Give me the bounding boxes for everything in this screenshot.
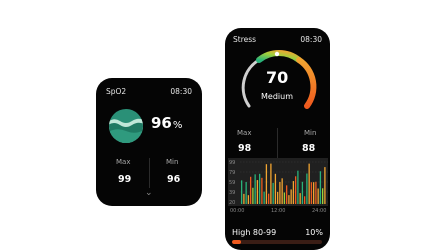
stress-bar — [268, 193, 270, 204]
stress-level: Medium — [261, 92, 293, 101]
stress-bar — [292, 181, 295, 204]
x-tick-label: 24:00 — [312, 208, 326, 214]
stress-bar — [286, 185, 288, 204]
y-tick-label: 20 — [229, 200, 235, 206]
y-tick-label: 39 — [229, 190, 235, 196]
stress-bar — [245, 182, 247, 204]
y-tick-label: 79 — [229, 170, 235, 176]
stress-bar — [250, 176, 252, 204]
x-tick-label: 00:00 — [230, 208, 244, 214]
y-tick-label: 99 — [229, 160, 235, 166]
stress-bar — [301, 181, 304, 204]
stress-bar-chart: 99 79 59 39 20 00:00 12:00 24:00 — [228, 158, 328, 214]
chevron-down-icon[interactable]: ⌄ — [145, 188, 153, 198]
spo2-min-label: Min — [166, 158, 179, 166]
stress-bar — [299, 193, 301, 204]
stress-bar — [270, 163, 272, 204]
stress-bar — [263, 191, 265, 204]
spo2-title: SpO2 — [106, 87, 127, 96]
stress-bar — [277, 191, 279, 204]
spo2-time: 08:30 — [170, 87, 192, 96]
stress-bar — [310, 182, 313, 204]
spo2-unit: % — [172, 120, 183, 131]
stress-bar — [281, 178, 283, 204]
stress-bar — [322, 188, 324, 204]
stress-bar — [256, 180, 259, 204]
stress-bar — [274, 173, 277, 204]
spo2-value: 96% — [151, 114, 183, 132]
stress-bar — [254, 174, 256, 204]
stress-bar — [247, 195, 250, 204]
stress-bar — [261, 177, 263, 204]
stress-range-label: High 80-99 — [232, 228, 277, 237]
stress-bar — [241, 180, 243, 204]
stress-bar — [306, 173, 308, 204]
stress-bar — [272, 182, 274, 204]
stress-bar — [315, 181, 317, 204]
stress-bar — [319, 171, 322, 204]
spo2-divider — [149, 158, 150, 188]
stress-max-label: Max — [237, 129, 252, 137]
spo2-max-label: Max — [116, 158, 131, 166]
stress-bar — [313, 182, 315, 204]
stress-bar — [297, 170, 299, 204]
stress-range-percent: 10% — [305, 228, 323, 237]
stress-bar — [283, 192, 286, 204]
stress-range-progress-fill — [232, 240, 241, 244]
stress-bar — [308, 163, 310, 204]
stress-bar — [279, 181, 281, 204]
stress-bar — [252, 187, 254, 204]
y-tick-label: 59 — [229, 180, 235, 186]
stress-bar — [304, 196, 306, 204]
stress-bar — [324, 167, 326, 204]
stress-bar — [288, 195, 290, 204]
stress-bar — [265, 164, 268, 204]
stress-bar — [317, 188, 319, 204]
stress-value: 70 — [266, 68, 289, 87]
stress-bar — [259, 173, 261, 204]
x-tick-label: 12:00 — [271, 208, 285, 214]
spo2-max-value: 99 — [118, 174, 132, 185]
stress-time: 08:30 — [300, 35, 322, 44]
stress-watch-card[interactable]: Stress 08:30 70 Medium Max 98 Min 88 99 … — [225, 28, 330, 250]
stress-divider — [277, 128, 278, 158]
stress-bar — [290, 189, 292, 204]
stress-max-value: 98 — [238, 143, 252, 154]
spo2-watch-card[interactable]: SpO2 08:30 96% Max 99 Min 96 ⌄ — [96, 78, 202, 206]
spo2-min-value: 96 — [167, 174, 181, 185]
stress-bar — [295, 176, 297, 204]
stress-min-label: Min — [304, 129, 317, 137]
stress-title: Stress — [233, 35, 257, 44]
stress-range-progress — [232, 240, 322, 244]
stress-bar — [243, 193, 245, 204]
water-drop-icon — [109, 109, 143, 143]
stress-min-value: 88 — [302, 143, 316, 154]
